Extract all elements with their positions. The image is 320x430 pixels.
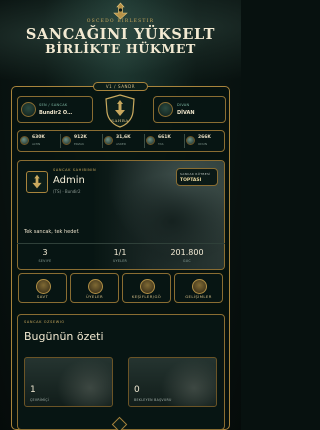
flag-icon: [21, 102, 36, 117]
level-value: 3: [42, 248, 48, 257]
rank-badge: SANCAK RÜTBESİ TOPTASI: [176, 168, 218, 186]
card-artwork: [57, 358, 112, 406]
wood-icon: [186, 136, 195, 145]
helmet-icon: [36, 279, 51, 294]
profile-motto: Tek sancak, tek hedef.: [24, 229, 80, 235]
divider: [17, 243, 225, 244]
divider: [184, 134, 185, 148]
profile-name: Admin: [53, 175, 85, 186]
level-label: SEVIYE: [38, 259, 52, 263]
divan-button[interactable]: DIVAN DİVAN: [153, 96, 226, 123]
resource-value: 630K: [32, 135, 45, 140]
divider: [102, 134, 103, 148]
crest-icon: [113, 2, 128, 20]
resource-label: ALTIN: [32, 142, 41, 146]
version-pill: V1 / SANDR: [93, 82, 148, 91]
action-label: ÜYELER: [85, 294, 104, 299]
resource-food: 912K ERZAK: [62, 134, 102, 148]
resource-value: 912K: [74, 135, 87, 140]
profile-section-label: SANCAK SAHIBININ: [53, 168, 97, 172]
resource-label: ODUN: [198, 142, 208, 146]
avatar: [26, 171, 48, 193]
castle-icon: [192, 279, 207, 294]
rank-value: TOPTASI: [180, 178, 202, 183]
resource-value: 31,6K: [116, 135, 131, 140]
action-button-savt[interactable]: SAVT: [18, 273, 67, 303]
online-label: ÇEVRİMİÇİ: [30, 398, 50, 402]
action-label: SAVT: [36, 294, 49, 299]
resource-label: TAS: [158, 142, 164, 146]
online-value: 1: [30, 385, 36, 395]
members-label: UYELER: [112, 259, 128, 263]
resource-gold: 630K ALTIN: [20, 134, 60, 148]
sancak-value: Bundir2 O…: [39, 110, 73, 116]
pending-value: 0: [134, 385, 140, 395]
header-subtitle: OSCEDO BIRLESTIR: [86, 19, 155, 24]
coin-icon: [20, 136, 29, 145]
action-label: KEŞİFLER/GÖ: [131, 294, 162, 299]
pending-label: BEKLEYEN BAŞVURU: [134, 398, 172, 402]
resource-label: ERZAK: [74, 142, 85, 146]
resource-label: ASKER: [116, 142, 126, 146]
resource-soldiers: 31,6K ASKER: [104, 134, 144, 148]
action-button-upgrades[interactable]: GELİŞİMLER: [174, 273, 223, 303]
resource-value: 266K: [198, 135, 211, 140]
rank-label: SANCAK RÜTBESİ: [180, 172, 211, 176]
grain-icon: [62, 136, 71, 145]
profile-subtitle: (TS) · Bundir2: [53, 189, 81, 194]
resource-value: 661K: [158, 135, 171, 140]
resource-stone: 661K TAS: [146, 134, 184, 148]
divan-icon: [158, 102, 173, 117]
divider: [144, 134, 145, 148]
resource-wood: 266K ODUN: [186, 134, 224, 148]
stone-icon: [146, 136, 155, 145]
online-card[interactable]: 1 ÇEVRİMİÇİ: [24, 357, 113, 407]
action-button-members[interactable]: ÜYELER: [70, 273, 119, 303]
divan-value: DİVAN: [177, 110, 195, 116]
sancak-selector[interactable]: SEN / SANCAK Bundir2 O…: [17, 96, 93, 123]
pending-applications-card[interactable]: 0 BEKLEYEN BAŞVURU: [128, 357, 217, 407]
power-label: GUC: [183, 259, 191, 263]
action-button-explore[interactable]: KEŞİFLER/GÖ: [122, 273, 171, 303]
sword-icon: [104, 136, 113, 145]
divan-label: DIVAN: [177, 103, 190, 107]
members-icon: [88, 279, 103, 294]
summary-section-label: SANCAK OZSEWIO: [24, 320, 65, 324]
summary-title: Bugünün özeti: [24, 330, 104, 343]
sancak-label: SEN / SANCAK: [39, 103, 68, 107]
page-title-line2: BİRLİKTE HÜKMET: [45, 41, 196, 56]
logo-text: SAHBA: [111, 118, 129, 123]
compass-icon: [140, 279, 155, 294]
power-value: 201.800: [170, 248, 204, 257]
divider: [60, 134, 61, 148]
action-label: GELİŞİMLER: [185, 294, 212, 299]
members-value: 1/1: [113, 248, 127, 257]
